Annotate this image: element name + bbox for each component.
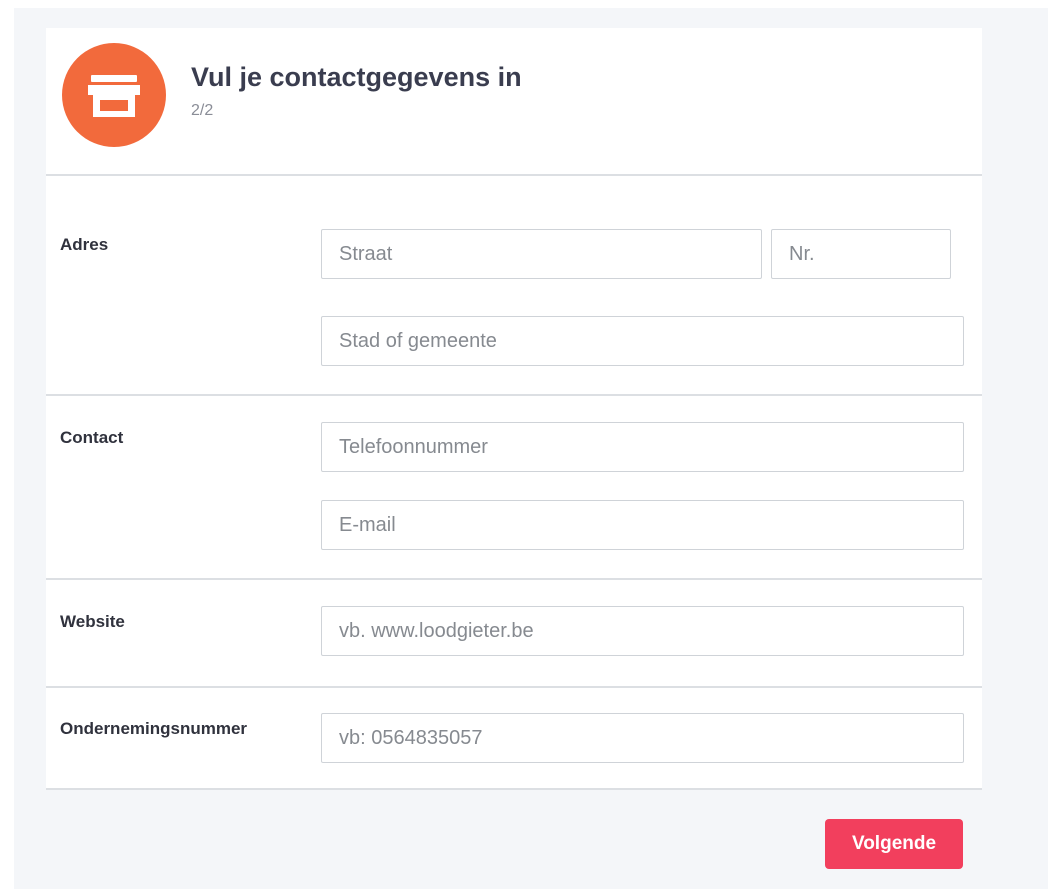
- contact-form-card: Vul je contactgegevens in 2/2 Adres Cont…: [46, 28, 982, 790]
- address-label: Adres: [60, 235, 109, 254]
- contact-label: Contact: [60, 428, 124, 447]
- website-input[interactable]: [321, 606, 964, 656]
- house-number-input[interactable]: [771, 229, 951, 279]
- website-label: Website: [60, 612, 125, 631]
- city-input[interactable]: [321, 316, 964, 366]
- phone-input[interactable]: [321, 422, 964, 472]
- store-icon: [88, 75, 140, 117]
- next-button[interactable]: Volgende: [825, 819, 963, 869]
- form-header: Vul je contactgegevens in 2/2: [46, 28, 982, 176]
- store-avatar: [62, 43, 166, 147]
- email-input[interactable]: [321, 500, 964, 550]
- company-number-label: Ondernemingsnummer: [60, 719, 248, 738]
- page-title: Vul je contactgegevens in: [191, 62, 522, 92]
- street-input[interactable]: [321, 229, 762, 279]
- company-number-input[interactable]: [321, 713, 964, 763]
- step-indicator: 2/2: [191, 102, 214, 119]
